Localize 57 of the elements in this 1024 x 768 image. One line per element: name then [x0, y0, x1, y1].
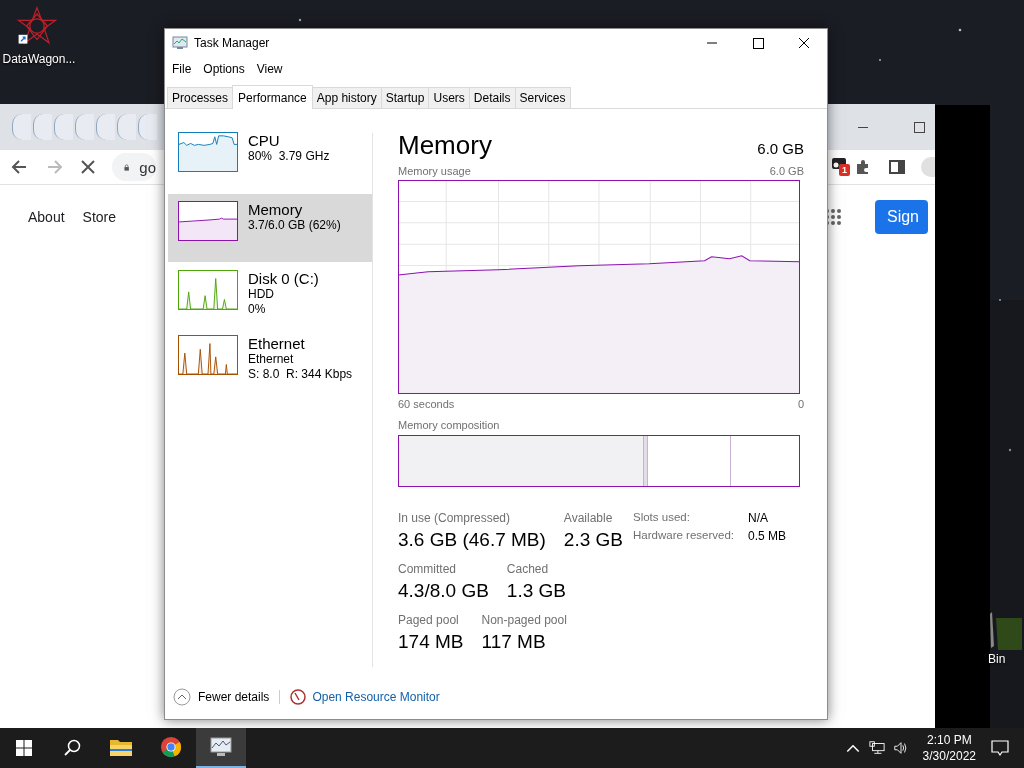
- stat-label: Committed: [398, 562, 457, 576]
- resource-detail: S: 8.0 R: 344 Kbps: [248, 367, 353, 382]
- tab[interactable]: Users: [428, 87, 470, 108]
- tab[interactable]: Performance: [232, 85, 313, 109]
- nav-link[interactable]: Store: [82, 209, 117, 225]
- tab[interactable]: Startup: [380, 87, 430, 108]
- resource-item[interactable]: CPU 80% 3.79 GHz: [168, 129, 372, 189]
- resource-name: CPU: [248, 132, 281, 149]
- graph-max: 6.0 GB: [769, 165, 804, 177]
- menu-item[interactable]: View: [256, 62, 283, 76]
- stat-value: N/A: [748, 511, 768, 525]
- stat-value: 117 MB: [481, 631, 547, 653]
- resource-monitor-link[interactable]: Open Resource Monitor: [312, 690, 440, 704]
- stat-value: 0.5 MB: [748, 529, 786, 543]
- stat-label: Paged pool: [398, 613, 460, 627]
- stat-value: 3.6 GB (46.7 MB): [398, 529, 546, 551]
- resource-item[interactable]: Memory 3.7/6.0 GB (62%): [168, 194, 372, 262]
- menu-item[interactable]: File: [172, 62, 192, 76]
- resource-detail: 0%: [248, 302, 267, 317]
- graph-label: Memory usage: [398, 165, 471, 177]
- resource-item[interactable]: Ethernet Ethernet S: 8.0 R: 344 Kbps: [168, 332, 372, 392]
- menu-item[interactable]: Options: [203, 62, 245, 76]
- window-title: Task Manager: [194, 36, 270, 50]
- nav-link[interactable]: About: [28, 209, 65, 225]
- fewer-details-button[interactable]: Fewer details: [173, 688, 270, 706]
- resource-detail: 80% 3.79 GHz: [248, 149, 330, 164]
- composition-label: Memory composition: [398, 419, 501, 431]
- sign-in-button[interactable]: Sign: [874, 200, 928, 234]
- resource-detail: Ethernet: [248, 352, 295, 367]
- stat-value: 174 MB: [398, 631, 464, 653]
- stat-label: Hardware reserved:: [633, 529, 735, 543]
- panel-title: Memory: [398, 129, 492, 161]
- resource-name: Disk 0 (C:): [248, 270, 319, 287]
- resource-detail: 3.7/6.0 GB (62%): [248, 218, 341, 233]
- tab[interactable]: App history: [311, 87, 382, 108]
- resource-detail: HDD: [248, 287, 275, 302]
- tab[interactable]: Processes: [167, 87, 234, 108]
- total-memory: 6.0 GB: [757, 140, 804, 157]
- resource-name: Memory: [248, 201, 304, 218]
- tab[interactable]: Services: [514, 87, 571, 108]
- stat-label: Available: [563, 511, 614, 525]
- tab[interactable]: Details: [468, 87, 516, 108]
- time-axis-label: 0: [797, 398, 804, 410]
- address-bar[interactable]: go: [112, 153, 156, 181]
- stat-label: In use (Compressed): [398, 511, 512, 525]
- resource-name: Ethernet: [248, 335, 306, 352]
- stat-label: Slots used:: [633, 511, 691, 525]
- clock[interactable]: 2:10 PM 3/30/2022: [922, 732, 976, 764]
- stat-label: Non-paged pool: [481, 613, 567, 627]
- resource-item[interactable]: Disk 0 (C:) HDD 0%: [168, 267, 372, 327]
- stat-label: Cached: [506, 562, 550, 576]
- time-axis-label: 60 seconds: [398, 398, 455, 410]
- icon-label[interactable]: DataWagon...: [2, 52, 76, 66]
- stat-value: 1.3 GB: [506, 580, 566, 602]
- icon-label[interactable]: Bin: [988, 652, 1006, 666]
- stat-value: 2.3 GB: [563, 529, 623, 551]
- stat-value: 4.3/8.0 GB: [398, 580, 489, 602]
